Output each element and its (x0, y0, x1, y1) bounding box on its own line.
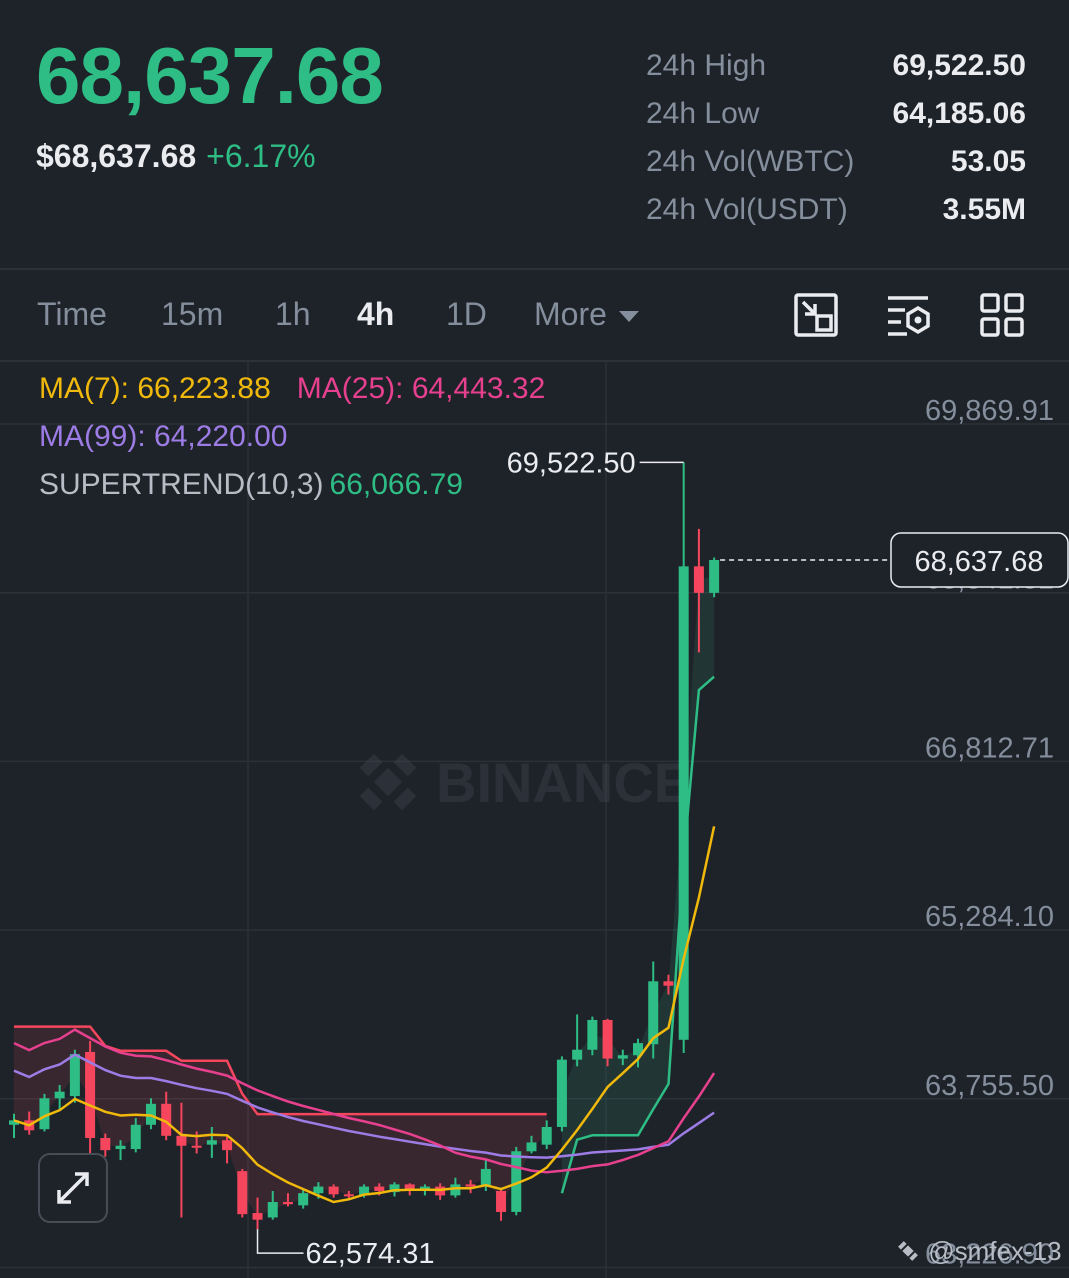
candle-body (298, 1193, 309, 1206)
candle-body (176, 1135, 187, 1146)
candle-body (496, 1190, 507, 1212)
price-tick-label: 65,284.10 (925, 901, 1054, 933)
candle-body (541, 1126, 552, 1145)
candle-body (54, 1091, 65, 1099)
binance-watermark: BINANCE (359, 751, 691, 814)
candle-body (343, 1194, 354, 1197)
price-tag-label: 68,637.68 (914, 546, 1043, 578)
candle-body (526, 1142, 537, 1152)
candle-body (69, 1054, 80, 1097)
candle-body (556, 1059, 567, 1127)
price-tick-label: 66,812.71 (925, 732, 1054, 764)
footer-handle: @smfex-13 (895, 1236, 1062, 1267)
price-axis: 69,869.9168,341.3166,812.7165,284.1063,7… (925, 395, 1054, 1270)
legend-row-3: SUPERTREND(10,3) 66,066.79 (39, 468, 463, 502)
fullscreen-button[interactable] (38, 1153, 108, 1223)
candle-body (693, 566, 704, 593)
ma7-legend: MA(7): 66,223.88 (39, 372, 271, 405)
candle-body (282, 1202, 293, 1205)
supertrend-legend-label: SUPERTREND(10,3) (39, 468, 324, 501)
candle-body (252, 1213, 263, 1220)
candle-body (328, 1186, 339, 1195)
candle-up (709, 557, 720, 598)
candle-body (130, 1124, 141, 1150)
candle-body (587, 1019, 598, 1050)
ma25-legend: MA(25): 64,443.32 (296, 372, 546, 405)
candle-up (572, 1014, 583, 1067)
low-marker-label: 62,574.31 (306, 1238, 435, 1270)
candle-body (709, 559, 720, 593)
candle-body (100, 1138, 111, 1151)
expand-icon (57, 1172, 89, 1204)
watermark-text: BINANCE (436, 751, 691, 814)
candle-body (465, 1184, 476, 1187)
footer-handle-text: @smfex-13 (928, 1236, 1062, 1266)
candle-body (115, 1145, 126, 1150)
binance-logo-icon (898, 1241, 918, 1261)
candle-body (222, 1140, 233, 1151)
current-price-line: 68,637.68 (720, 532, 1069, 588)
legend-row-1: MA(7): 66,223.88 MA(25): 64,443.32 (39, 372, 545, 406)
candle-body (663, 981, 674, 986)
candle-body (237, 1171, 248, 1215)
candle-body (374, 1186, 385, 1191)
price-tick-label: 69,869.91 (925, 395, 1054, 427)
candle-body (602, 1019, 613, 1059)
legend-row-2: MA(99): 64,220.00 (39, 420, 287, 454)
price-tick-label: 63,755.50 (925, 1070, 1054, 1102)
candle-up (39, 1093, 50, 1132)
candle-up (587, 1016, 598, 1056)
candle-body (267, 1202, 278, 1218)
high-marker-label: 69,522.50 (507, 447, 636, 479)
candle-body (206, 1140, 217, 1145)
candle-down (496, 1188, 507, 1221)
candle-body (572, 1049, 583, 1060)
supertrend-legend-value: 66,066.79 (329, 468, 463, 501)
candle-down (85, 1040, 96, 1154)
supertrend-up-fill (561, 576, 715, 1194)
ma99-legend: MA(99): 64,220.00 (39, 420, 288, 453)
candlestick-chart[interactable]: BINANCE 69,869.9168,341.3166,812.7165,28… (0, 0, 1069, 1278)
candle-up (556, 1056, 567, 1132)
candle-down (237, 1168, 248, 1218)
low-marker-line (256, 1229, 304, 1254)
candle-body (617, 1055, 628, 1059)
candle-body (678, 566, 689, 1040)
candle-body (313, 1186, 324, 1194)
candle-body (191, 1145, 202, 1148)
